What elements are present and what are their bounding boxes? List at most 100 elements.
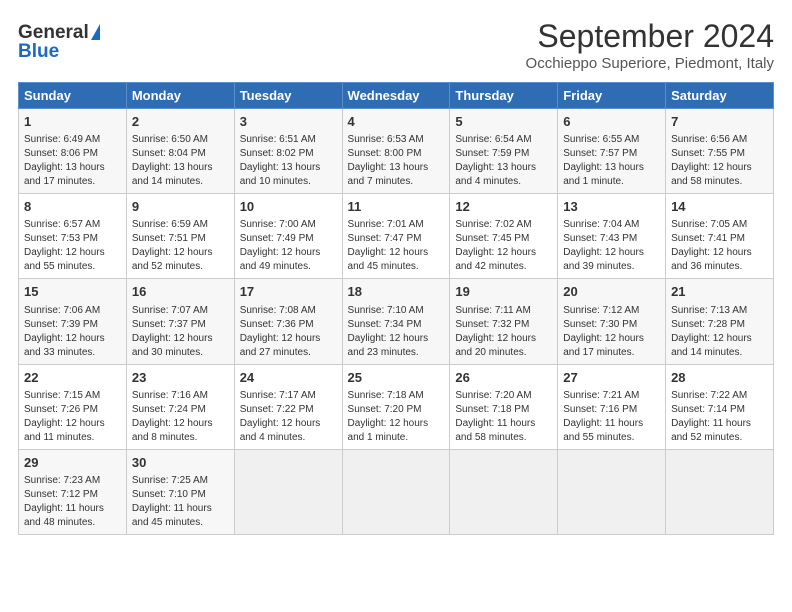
day-number: 10 xyxy=(240,198,337,216)
day-info: and 36 minutes. xyxy=(671,260,768,274)
day-info: and 1 minute. xyxy=(348,431,445,445)
day-info: Daylight: 13 hours xyxy=(348,161,445,175)
day-info: Sunrise: 6:54 AM xyxy=(455,133,552,147)
table-row: 6Sunrise: 6:55 AMSunset: 7:57 PMDaylight… xyxy=(558,109,666,194)
table-row: 4Sunrise: 6:53 AMSunset: 8:00 PMDaylight… xyxy=(342,109,450,194)
day-number: 15 xyxy=(24,283,121,301)
day-info: Sunrise: 7:18 AM xyxy=(348,389,445,403)
month-title: September 2024 xyxy=(118,18,774,55)
table-row: 8Sunrise: 6:57 AMSunset: 7:53 PMDaylight… xyxy=(19,194,127,279)
day-info: Daylight: 12 hours xyxy=(24,417,121,431)
day-number: 5 xyxy=(455,113,552,131)
day-info: Sunset: 7:10 PM xyxy=(132,488,229,502)
day-info: and 42 minutes. xyxy=(455,260,552,274)
day-number: 30 xyxy=(132,454,229,472)
day-info: and 58 minutes. xyxy=(455,431,552,445)
day-info: Sunset: 7:22 PM xyxy=(240,403,337,417)
day-number: 23 xyxy=(132,369,229,387)
calendar-row: 29Sunrise: 7:23 AMSunset: 7:12 PMDayligh… xyxy=(19,449,774,534)
day-info: Daylight: 12 hours xyxy=(348,417,445,431)
day-info: Sunset: 7:36 PM xyxy=(240,318,337,332)
day-info: Sunrise: 7:16 AM xyxy=(132,389,229,403)
day-info: Sunset: 7:28 PM xyxy=(671,318,768,332)
day-info: Daylight: 12 hours xyxy=(671,332,768,346)
day-info: Daylight: 12 hours xyxy=(240,417,337,431)
day-info: and 45 minutes. xyxy=(132,516,229,530)
day-info: Daylight: 13 hours xyxy=(24,161,121,175)
col-tuesday: Tuesday xyxy=(234,83,342,109)
day-info: Daylight: 12 hours xyxy=(24,246,121,260)
table-row xyxy=(342,449,450,534)
day-info: Sunrise: 7:00 AM xyxy=(240,218,337,232)
day-info: Sunset: 7:37 PM xyxy=(132,318,229,332)
day-info: and 39 minutes. xyxy=(563,260,660,274)
table-row: 22Sunrise: 7:15 AMSunset: 7:26 PMDayligh… xyxy=(19,364,127,449)
day-number: 11 xyxy=(348,198,445,216)
table-row: 3Sunrise: 6:51 AMSunset: 8:02 PMDaylight… xyxy=(234,109,342,194)
day-info: and 4 minutes. xyxy=(240,431,337,445)
table-row: 5 Sunrise: 6:54 AMSunset: 7:59 PMDaylight… xyxy=(450,109,558,194)
day-info: Sunset: 7:24 PM xyxy=(132,403,229,417)
day-number: 16 xyxy=(132,283,229,301)
day-number: 24 xyxy=(240,369,337,387)
day-number: 22 xyxy=(24,369,121,387)
day-info: Sunset: 7:55 PM xyxy=(671,147,768,161)
day-info: Daylight: 13 hours xyxy=(455,161,552,175)
day-info: Sunrise: 7:02 AM xyxy=(455,218,552,232)
logo: General Blue xyxy=(18,22,118,63)
day-info: Sunset: 8:06 PM xyxy=(24,147,121,161)
calendar-row: 8Sunrise: 6:57 AMSunset: 7:53 PMDaylight… xyxy=(19,194,774,279)
calendar-row: 1Sunrise: 6:49 AMSunset: 8:06 PMDaylight… xyxy=(19,109,774,194)
day-info: and 55 minutes. xyxy=(24,260,121,274)
day-info: Sunrise: 7:20 AM xyxy=(455,389,552,403)
day-info: and 58 minutes. xyxy=(671,175,768,189)
day-number: 14 xyxy=(671,198,768,216)
day-info: Sunset: 7:18 PM xyxy=(455,403,552,417)
col-monday: Monday xyxy=(126,83,234,109)
day-info: Daylight: 11 hours xyxy=(563,417,660,431)
day-info: Sunrise: 7:05 AM xyxy=(671,218,768,232)
day-info: Sunrise: 7:06 AM xyxy=(24,304,121,318)
day-info: Sunset: 7:53 PM xyxy=(24,232,121,246)
table-row: 24 Sunrise: 7:17 AMSunset: 7:22 PMDayligh… xyxy=(234,364,342,449)
table-row: 26Sunrise: 7:20 AMSunset: 7:18 PMDayligh… xyxy=(450,364,558,449)
day-info: Sunrise: 6:55 AM xyxy=(563,133,660,147)
table-row xyxy=(450,449,558,534)
day-info: and 4 minutes. xyxy=(455,175,552,189)
calendar-row: 22Sunrise: 7:15 AMSunset: 7:26 PMDayligh… xyxy=(19,364,774,449)
day-info: Sunset: 7:39 PM xyxy=(24,318,121,332)
table-row xyxy=(666,449,774,534)
day-number: 7 xyxy=(671,113,768,131)
table-row: 16Sunrise: 7:07 AMSunset: 7:37 PMDayligh… xyxy=(126,279,234,364)
table-row: 17Sunrise: 7:08 AMSunset: 7:36 PMDayligh… xyxy=(234,279,342,364)
day-info: and 27 minutes. xyxy=(240,346,337,360)
day-info: Daylight: 12 hours xyxy=(24,332,121,346)
day-info: Sunset: 7:59 PM xyxy=(455,147,552,161)
day-info: Daylight: 12 hours xyxy=(671,246,768,260)
day-info: Sunrise: 6:57 AM xyxy=(24,218,121,232)
day-info: Daylight: 13 hours xyxy=(240,161,337,175)
day-info: Daylight: 12 hours xyxy=(240,246,337,260)
day-info: Sunset: 7:14 PM xyxy=(671,403,768,417)
table-row xyxy=(234,449,342,534)
day-info: Sunrise: 7:08 AM xyxy=(240,304,337,318)
day-info: Daylight: 12 hours xyxy=(563,246,660,260)
day-info: Sunrise: 7:17 AM xyxy=(240,389,337,403)
day-info: and 30 minutes. xyxy=(132,346,229,360)
day-info: Sunset: 8:02 PM xyxy=(240,147,337,161)
day-info: and 33 minutes. xyxy=(24,346,121,360)
calendar-table: Sunday Monday Tuesday Wednesday Thursday… xyxy=(18,82,774,535)
day-number: 4 xyxy=(348,113,445,131)
day-info: Sunrise: 7:04 AM xyxy=(563,218,660,232)
table-row xyxy=(558,449,666,534)
table-row: 10Sunrise: 7:00 AMSunset: 7:49 PMDayligh… xyxy=(234,194,342,279)
day-info: Daylight: 11 hours xyxy=(132,502,229,516)
table-row: 15 Sunrise: 7:06 AMSunset: 7:39 PMDayligh… xyxy=(19,279,127,364)
day-info: Sunset: 7:26 PM xyxy=(24,403,121,417)
day-number: 26 xyxy=(455,369,552,387)
day-info: Sunrise: 6:49 AM xyxy=(24,133,121,147)
day-info: Sunset: 8:04 PM xyxy=(132,147,229,161)
day-info: Daylight: 13 hours xyxy=(563,161,660,175)
day-info: Sunrise: 7:07 AM xyxy=(132,304,229,318)
day-info: and 52 minutes. xyxy=(671,431,768,445)
